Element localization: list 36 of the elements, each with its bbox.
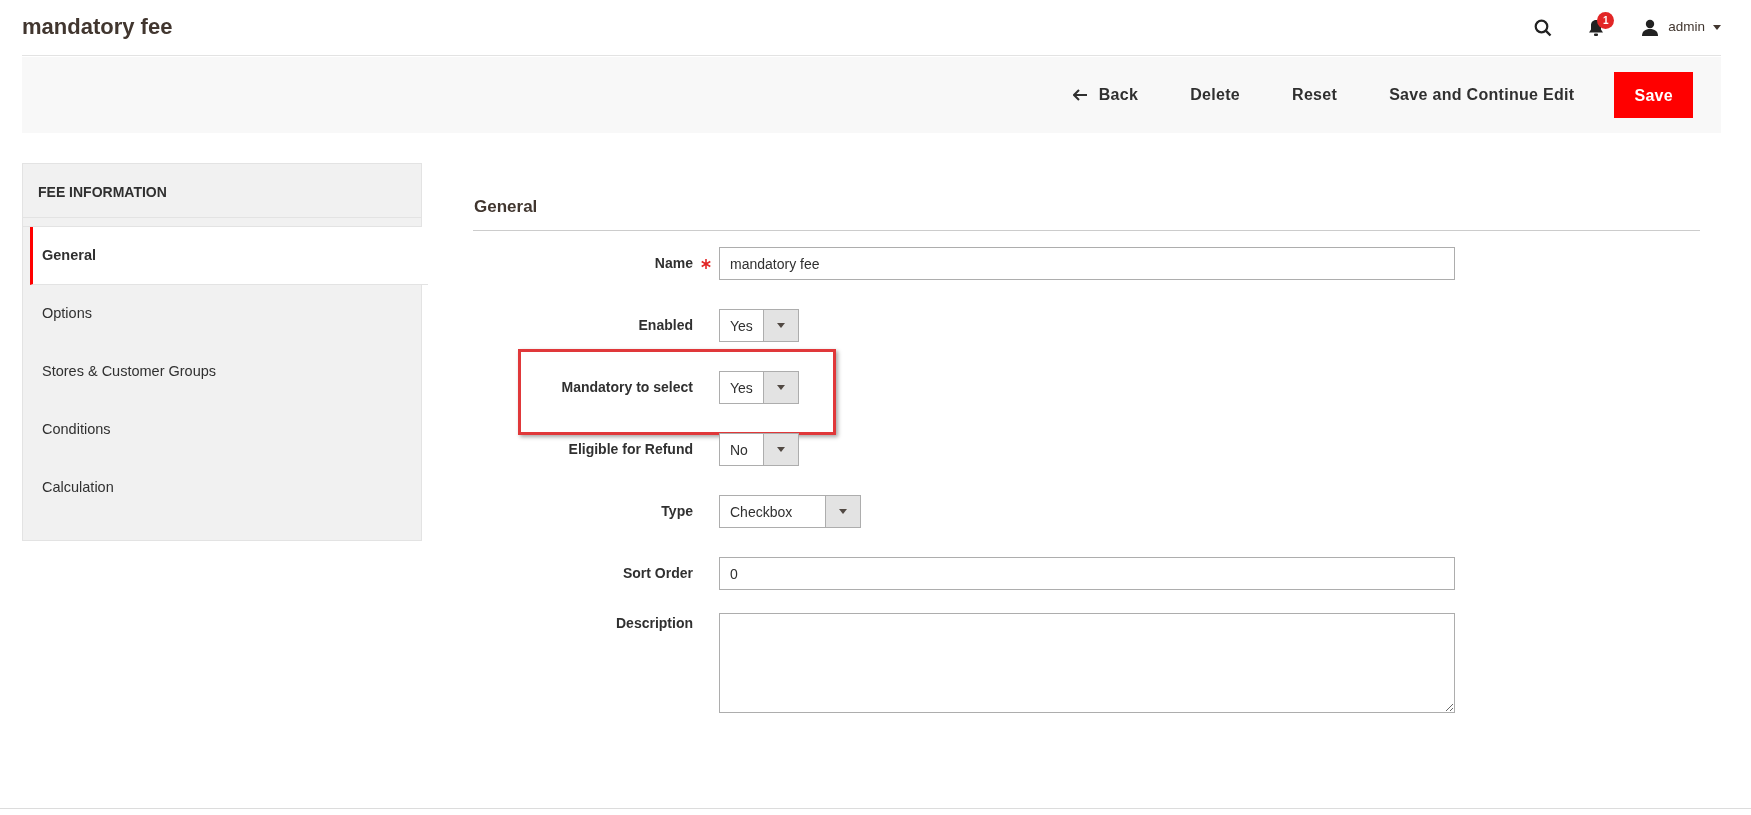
select-field[interactable]: Yes <box>719 371 799 404</box>
save-button[interactable]: Save <box>1614 72 1693 118</box>
search-icon[interactable] <box>1534 18 1553 37</box>
field-label: Eligible for Refund <box>567 440 693 459</box>
section-title: General <box>473 184 1700 231</box>
select-field[interactable]: Yes <box>719 309 799 342</box>
select-field[interactable]: Checkbox <box>719 495 861 528</box>
input-field[interactable]: 0 <box>719 557 1455 590</box>
arrow-left-icon <box>1072 89 1087 101</box>
caret-icon <box>777 385 785 390</box>
field-label: Type <box>660 502 693 521</box>
field-label: Enabled <box>637 316 693 335</box>
notification-count: 1 <box>1597 11 1615 29</box>
select-field[interactable]: No <box>719 433 799 466</box>
back-button[interactable]: Back <box>1056 73 1155 117</box>
user-menu[interactable]: admin <box>1668 17 1721 38</box>
caret-icon <box>839 509 847 514</box>
field-label: Description <box>615 613 693 633</box>
sidebar-tab[interactable]: Calculation <box>30 459 428 517</box>
toolbar-button[interactable]: Save and Continue Edit <box>1373 73 1591 117</box>
field-label: Mandatory to select <box>560 378 693 397</box>
sidebar-tab[interactable]: Stores & Customer Groups <box>30 343 428 401</box>
sidebar-title: FEE INFORMATION <box>23 164 421 218</box>
caret-icon <box>777 447 785 452</box>
sidebar-tab[interactable]: Conditions <box>30 401 428 459</box>
toolbar-button[interactable]: Reset <box>1276 73 1354 117</box>
sidebar-tab[interactable]: General <box>30 227 428 285</box>
page-title: mandatory fee <box>22 14 173 41</box>
input-field[interactable]: mandatory fee <box>719 247 1455 280</box>
user-icon <box>1642 19 1659 36</box>
field-label: Sort Order <box>622 564 693 583</box>
sidebar-tab[interactable]: Options <box>30 285 428 343</box>
toolbar-button[interactable]: Delete <box>1174 73 1257 117</box>
caret-icon <box>777 323 785 328</box>
field-label: Name <box>653 254 693 273</box>
caret-icon <box>1713 25 1721 30</box>
